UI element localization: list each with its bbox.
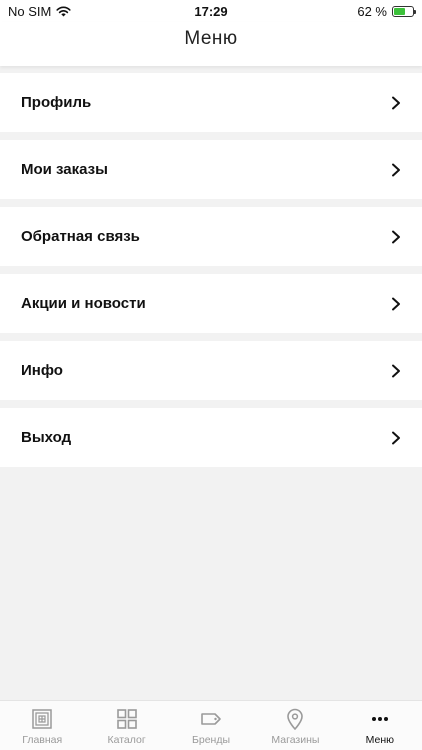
status-bar: No SIM 17:29 62 % xyxy=(0,0,422,22)
home-icon xyxy=(32,709,52,729)
tab-home[interactable]: Главная xyxy=(0,701,84,750)
tab-label: Меню xyxy=(365,734,395,746)
menu-item-promotions[interactable]: Акции и новости xyxy=(0,274,422,333)
menu-item-profile[interactable]: Профиль xyxy=(0,73,422,132)
tab-menu[interactable]: Меню xyxy=(338,701,422,750)
tab-stores[interactable]: Магазины xyxy=(253,701,337,750)
chevron-right-icon xyxy=(392,230,400,243)
more-dots-icon xyxy=(371,717,388,721)
battery-level xyxy=(394,8,406,15)
tag-icon xyxy=(201,713,221,725)
menu-item-logout[interactable]: Выход xyxy=(0,408,422,467)
menu-item-label: Выход xyxy=(21,429,72,446)
menu-item-label: Акции и новости xyxy=(21,295,146,312)
chevron-right-icon xyxy=(392,96,400,109)
menu-item-label: Обратная связь xyxy=(21,228,140,245)
tab-label: Главная xyxy=(22,734,63,746)
status-right: 62 % xyxy=(357,4,416,19)
menu-list: Профиль Мои заказы Обратная связь Акции … xyxy=(0,73,422,475)
tab-bar: Главная Каталог Бренды Магазины Меню xyxy=(0,700,422,750)
menu-item-orders[interactable]: Мои заказы xyxy=(0,140,422,199)
chevron-right-icon xyxy=(392,163,400,176)
tab-label: Магазины xyxy=(271,734,320,746)
page-title: Меню xyxy=(184,28,238,49)
menu-item-label: Профиль xyxy=(21,94,92,111)
tab-label: Каталог xyxy=(107,734,146,746)
header: Меню xyxy=(0,22,422,66)
menu-item-label: Мои заказы xyxy=(21,161,108,178)
battery-icon xyxy=(392,6,416,17)
map-pin-icon xyxy=(287,708,304,730)
menu-item-feedback[interactable]: Обратная связь xyxy=(0,207,422,266)
tab-label: Бренды xyxy=(191,734,231,746)
chevron-right-icon xyxy=(392,364,400,377)
battery-percent: 62 % xyxy=(357,4,387,19)
catalog-icon xyxy=(116,709,137,729)
menu-item-label: Инфо xyxy=(21,362,63,379)
chevron-right-icon xyxy=(392,431,400,444)
tab-catalog[interactable]: Каталог xyxy=(84,701,168,750)
chevron-right-icon xyxy=(392,297,400,310)
menu-item-info[interactable]: Инфо xyxy=(0,341,422,400)
tab-brands[interactable]: Бренды xyxy=(169,701,253,750)
